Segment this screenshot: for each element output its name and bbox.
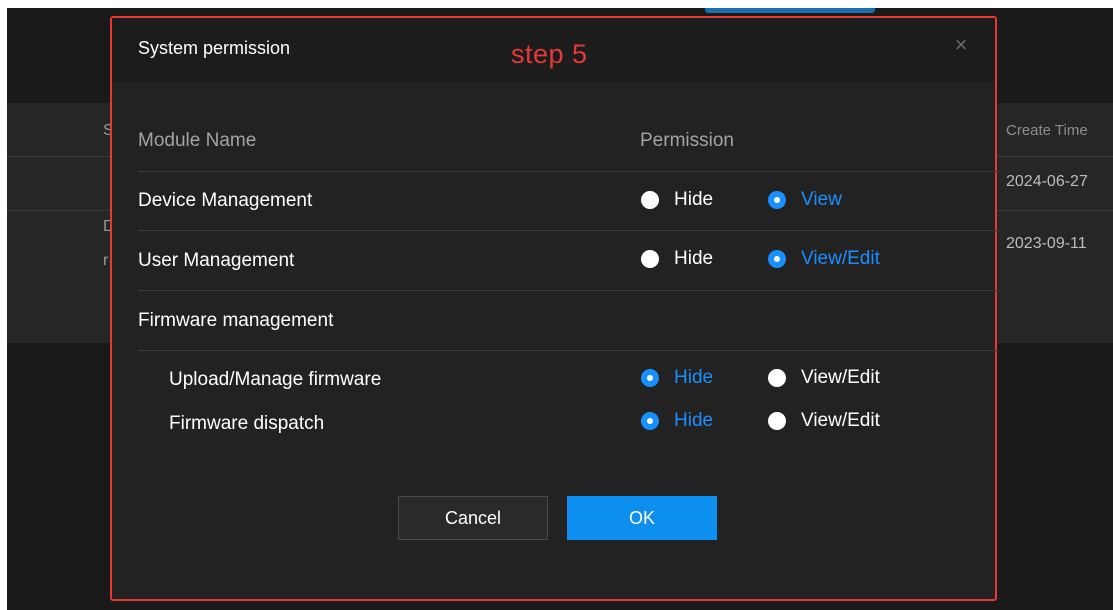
row-divider	[138, 350, 999, 351]
radio-unchecked-icon	[768, 412, 786, 430]
device-management-hide-radio[interactable]: Hide	[641, 189, 713, 211]
system-permission-dialog: System permission step 5 × Module Name P…	[110, 16, 999, 601]
radio-checked-icon	[641, 369, 659, 387]
row-divider	[138, 290, 999, 291]
ok-button[interactable]: OK	[567, 496, 717, 540]
radio-label: View/Edit	[801, 410, 880, 431]
radio-label: Hide	[674, 367, 714, 388]
background-column-create-time: Create Time	[1006, 122, 1088, 139]
radio-unchecked-icon	[641, 191, 659, 209]
submodule-upload-manage-firmware: Upload/Manage firmware	[169, 369, 382, 390]
background-row-date: 2024-06-27	[1006, 173, 1088, 190]
radio-label: View	[801, 189, 842, 210]
close-icon[interactable]: ×	[950, 34, 972, 56]
background-edge-text: r	[103, 252, 109, 269]
device-management-view-radio[interactable]: View	[768, 189, 842, 211]
user-management-hide-radio[interactable]: Hide	[641, 248, 713, 270]
radio-label: Hide	[674, 248, 714, 269]
column-header-permission: Permission	[640, 130, 734, 151]
row-divider	[138, 171, 999, 172]
dialog-header: System permission step 5 ×	[112, 18, 995, 82]
dialog-title: System permission	[138, 38, 291, 58]
module-user-management: User Management	[138, 250, 295, 271]
radio-checked-icon	[768, 191, 786, 209]
submodule-firmware-dispatch: Firmware dispatch	[169, 413, 325, 434]
step-annotation: step 5	[511, 39, 588, 69]
radio-unchecked-icon	[641, 250, 659, 268]
upload-firmware-view-edit-radio[interactable]: View/Edit	[768, 367, 880, 389]
radio-label: View/Edit	[801, 248, 880, 269]
column-header-module-name: Module Name	[138, 130, 257, 151]
background-top-button	[705, 8, 875, 13]
user-management-view-edit-radio[interactable]: View/Edit	[768, 248, 880, 270]
background-row-date: 2023-09-11	[1006, 235, 1087, 252]
module-device-management: Device Management	[138, 190, 313, 211]
radio-checked-icon	[768, 250, 786, 268]
row-divider	[138, 230, 999, 231]
firmware-dispatch-view-edit-radio[interactable]: View/Edit	[768, 410, 880, 432]
radio-label: View/Edit	[801, 367, 880, 388]
firmware-dispatch-hide-radio[interactable]: Hide	[641, 410, 713, 432]
radio-unchecked-icon	[768, 369, 786, 387]
radio-checked-icon	[641, 412, 659, 430]
radio-label: Hide	[674, 410, 714, 431]
upload-firmware-hide-radio[interactable]: Hide	[641, 367, 713, 389]
radio-label: Hide	[674, 189, 714, 210]
module-firmware-management: Firmware management	[138, 310, 334, 331]
cancel-button[interactable]: Cancel	[398, 496, 548, 540]
